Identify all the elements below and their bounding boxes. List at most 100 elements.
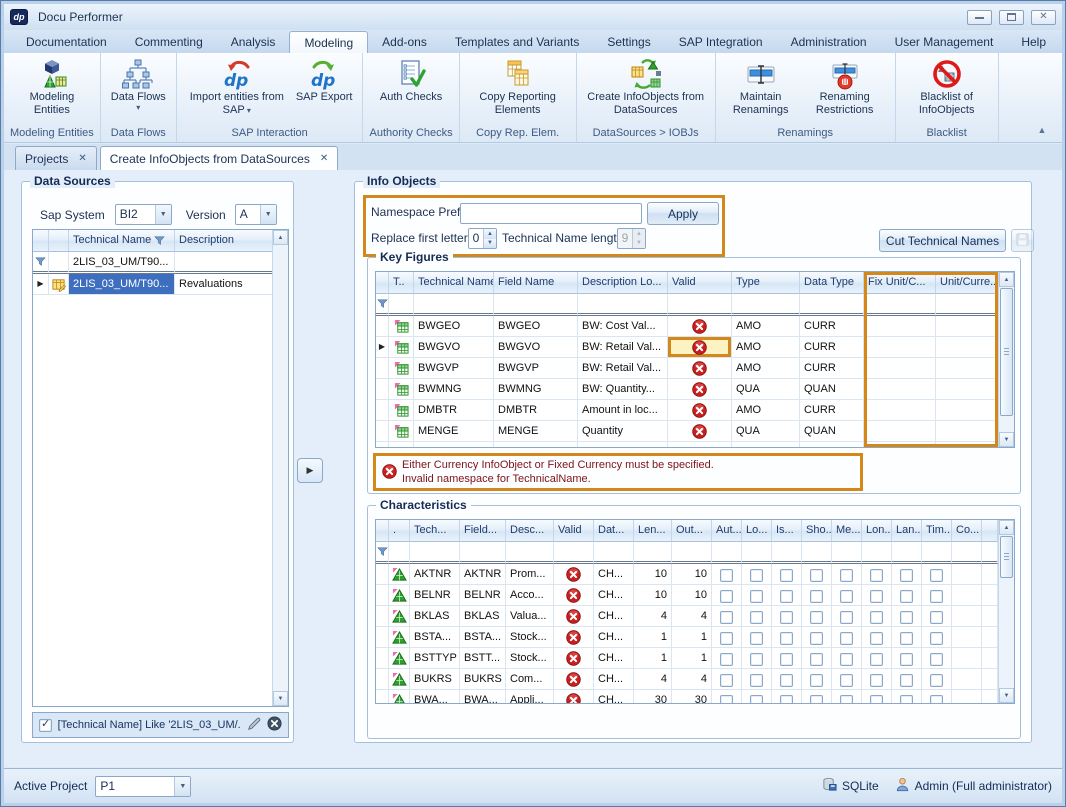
cell-unit-currency[interactable]: [936, 400, 998, 421]
cell-type[interactable]: QUA: [732, 421, 800, 442]
column-header-me[interactable]: Me...: [832, 520, 862, 542]
checkbox[interactable]: [810, 674, 823, 687]
column-header-data-type[interactable]: Data Type: [800, 272, 864, 294]
cell-field-name[interactable]: BUKRS: [460, 669, 506, 690]
cell-data-type[interactable]: CH...: [594, 606, 634, 627]
checkbox[interactable]: [810, 653, 823, 666]
filter-value-cell[interactable]: 2LIS_03_UM/T90...: [69, 252, 175, 274]
checkbox[interactable]: [870, 590, 883, 603]
cell-length[interactable]: 4: [634, 669, 672, 690]
table-row[interactable]: BSTA...BSTA...Stock...CH...11: [376, 627, 1014, 648]
cell-field-name[interactable]: BKLAS: [460, 606, 506, 627]
cell-field-name[interactable]: AKTNR: [460, 564, 506, 585]
cell-unit-currency[interactable]: [936, 421, 998, 442]
scroll-down-arrow[interactable]: ▼: [999, 432, 1014, 447]
vertical-scrollbar[interactable]: ▲▼: [272, 230, 288, 706]
cell-technical-name[interactable]: BKLAS: [410, 606, 460, 627]
checkbox[interactable]: [780, 632, 793, 645]
column-header-unit-curre[interactable]: Unit/Curre...: [936, 272, 998, 294]
checkbox[interactable]: [780, 695, 793, 704]
checkbox[interactable]: [750, 695, 763, 704]
checkbox[interactable]: [900, 695, 913, 704]
cell-length[interactable]: 4: [634, 606, 672, 627]
cell-technical-name[interactable]: BSTTYP: [410, 648, 460, 669]
menu-tab-help[interactable]: Help: [1007, 31, 1060, 53]
table-row[interactable]: ▶2LIS_03_UM/T90...Revaluations: [33, 274, 288, 295]
menu-tab-documentation[interactable]: Documentation: [12, 31, 121, 53]
checkbox[interactable]: [840, 569, 853, 582]
checkbox[interactable]: [900, 653, 913, 666]
cell-technical-name[interactable]: BSTA...: [410, 627, 460, 648]
filter-row[interactable]: 2LIS_03_UM/T90...: [33, 252, 288, 274]
cell-length[interactable]: 10: [634, 585, 672, 606]
cell-fix-unit[interactable]: [864, 316, 936, 337]
column-header-co[interactable]: Co...: [952, 520, 982, 542]
cell-technical-name[interactable]: MENGE: [414, 421, 494, 442]
cell-field-name[interactable]: BSTA...: [460, 627, 506, 648]
namespace-prefix-input[interactable]: [460, 203, 642, 224]
checkbox[interactable]: [720, 632, 733, 645]
cell-data-type[interactable]: CURR: [800, 316, 864, 337]
cell-output-length[interactable]: 10: [672, 564, 712, 585]
filter-row[interactable]: [376, 542, 1014, 564]
cell-output-length[interactable]: 1: [672, 648, 712, 669]
menu-tab-user-management[interactable]: User Management: [881, 31, 1008, 53]
checkbox[interactable]: [750, 632, 763, 645]
cell-data-type[interactable]: CH...: [594, 564, 634, 585]
cell-length[interactable]: 30: [634, 690, 672, 704]
cell-description[interactable]: BW: Retail Val...: [578, 337, 668, 358]
cell-technical-name[interactable]: 2LIS_03_UM/T90...: [69, 274, 175, 295]
cell-description[interactable]: Valua...: [506, 606, 554, 627]
scrollbar-thumb[interactable]: [1000, 536, 1013, 578]
ribbon-button-modeling-entities[interactable]: Modeling Entities: [17, 56, 87, 118]
checkbox[interactable]: [930, 611, 943, 624]
column-header-field-name[interactable]: Field Name: [494, 272, 578, 294]
cell-field-name[interactable]: BELNR: [460, 585, 506, 606]
table-row[interactable]: MENGEMENGEQuantityQUAQUAN: [376, 421, 1014, 442]
checkbox[interactable]: [900, 632, 913, 645]
column-header-len[interactable]: Len...: [634, 520, 672, 542]
transfer-right-button[interactable]: ▶: [297, 458, 323, 483]
checkbox[interactable]: [840, 695, 853, 704]
checkbox[interactable]: [930, 569, 943, 582]
table-row[interactable]: ▶BWGVOBWGVOBW: Retail Val...AMOCURR: [376, 337, 1014, 358]
column-header-description-lo[interactable]: Description Lo...: [578, 272, 668, 294]
checkbox[interactable]: [870, 569, 883, 582]
cell-field-name[interactable]: BWA...: [460, 690, 506, 704]
cell-unit-currency[interactable]: [936, 337, 998, 358]
column-header-tim[interactable]: Tim...: [922, 520, 952, 542]
checkbox[interactable]: [810, 611, 823, 624]
checkbox[interactable]: [720, 674, 733, 687]
table-row[interactable]: AKTNRAKTNRProm...CH...1010: [376, 564, 1014, 585]
cell-description[interactable]: Revaluations: [175, 274, 275, 295]
ribbon-button-renaming-restrictions[interactable]: Renaming Restrictions: [802, 56, 888, 118]
cell-co[interactable]: [952, 669, 982, 690]
cell-data-type[interactable]: CURR: [800, 400, 864, 421]
cell-description[interactable]: Acco...: [506, 585, 554, 606]
restore-button[interactable]: [999, 10, 1024, 25]
menu-tab-modeling[interactable]: Modeling: [289, 31, 368, 53]
vertical-scrollbar[interactable]: ▲▼: [998, 272, 1014, 447]
cell-technical-name[interactable]: BWGEO: [414, 316, 494, 337]
filter-enabled-checkbox[interactable]: [39, 719, 52, 732]
scroll-up-arrow[interactable]: ▲: [999, 520, 1014, 535]
checkbox[interactable]: [780, 590, 793, 603]
column-header-technical-name[interactable]: Technical Name: [69, 230, 175, 252]
cell-description[interactable]: Stock...: [506, 627, 554, 648]
checkbox[interactable]: [720, 590, 733, 603]
checkbox[interactable]: [900, 611, 913, 624]
column-header-is[interactable]: Is...: [772, 520, 802, 542]
ribbon-button-import-entities-from-sap[interactable]: dpImport entities from SAP ▾: [184, 56, 290, 118]
cell-field-name[interactable]: BWGEO: [494, 316, 578, 337]
menu-tab-settings[interactable]: Settings: [593, 31, 664, 53]
cell-fix-unit[interactable]: [864, 421, 936, 442]
cell-technical-name[interactable]: BUKRS: [410, 669, 460, 690]
table-row[interactable]: BWMNGBWMNGBW: Quantity...QUAQUAN: [376, 379, 1014, 400]
doc-tab-projects[interactable]: Projects✕: [15, 146, 97, 170]
column-header-lon[interactable]: Lon...: [862, 520, 892, 542]
cell-output-length[interactable]: 4: [672, 669, 712, 690]
cell-technical-name[interactable]: BWA...: [410, 690, 460, 704]
vertical-scrollbar[interactable]: ▲▼: [998, 520, 1014, 703]
checkbox[interactable]: [870, 653, 883, 666]
chevron-down-icon[interactable]: ▼: [155, 205, 171, 224]
